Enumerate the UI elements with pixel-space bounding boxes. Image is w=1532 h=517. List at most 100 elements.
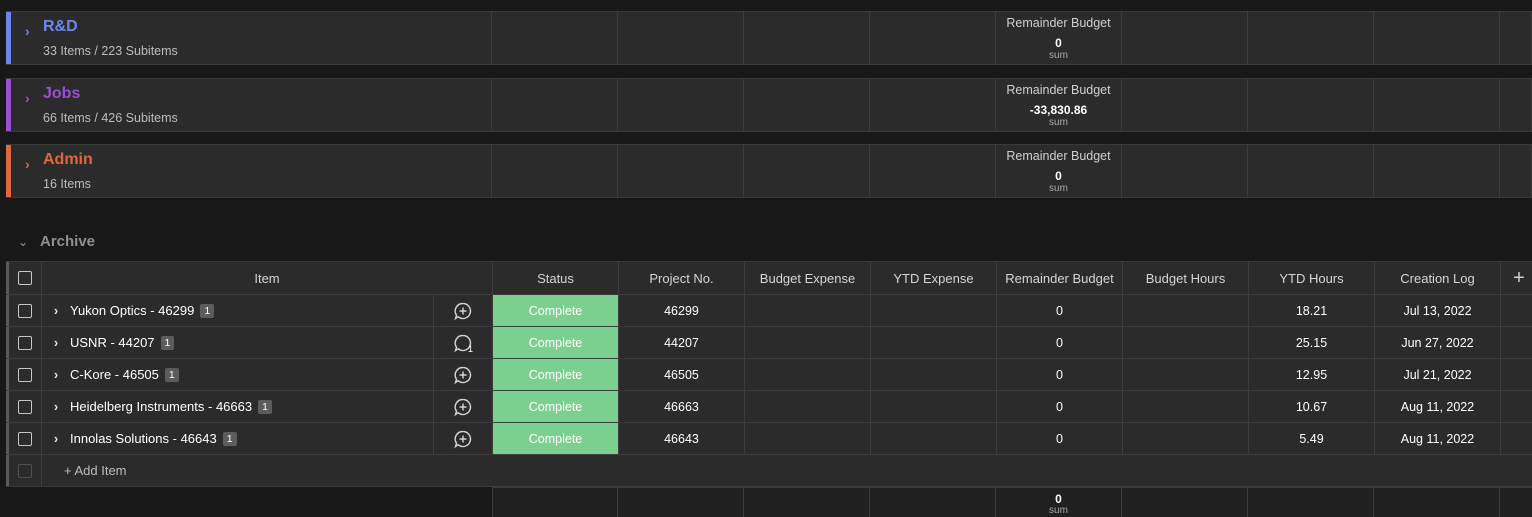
budget-hours-cell[interactable] <box>1123 391 1249 422</box>
subitem-count-badge[interactable]: 1 <box>160 335 175 350</box>
ytd-expense-cell[interactable] <box>871 327 997 358</box>
item-cell[interactable]: › Heidelberg Instruments - 46663 1 <box>42 391 434 422</box>
chevron-right-icon[interactable]: › <box>25 156 30 172</box>
status-cell[interactable]: Complete <box>493 423 619 454</box>
column-header-remainder-budget[interactable]: Remainder Budget <box>997 262 1123 294</box>
status-label[interactable]: Complete <box>493 359 618 390</box>
remainder-budget-cell[interactable]: 0 <box>997 359 1123 390</box>
subitem-count-badge[interactable]: 1 <box>222 431 237 446</box>
updates-cell[interactable] <box>434 423 493 454</box>
updates-cell[interactable]: 1 <box>434 327 493 358</box>
table-row[interactable]: › Yukon Optics - 46299 1 Complete 46299 … <box>6 295 1532 327</box>
project-no-cell[interactable]: 44207 <box>619 327 745 358</box>
status-cell[interactable]: Complete <box>493 391 619 422</box>
group-admin[interactable]: › Admin 16 Items Remainder Budget 0 sum <box>6 144 1532 198</box>
select-all-checkbox-cell[interactable] <box>9 262 42 294</box>
item-name[interactable]: Innolas Solutions - 46643 <box>70 431 217 446</box>
group-title-cell[interactable]: › Jobs 66 Items / 426 Subitems <box>11 79 492 131</box>
budget-expense-cell[interactable] <box>745 423 871 454</box>
row-checkbox[interactable] <box>18 431 32 446</box>
budget-expense-cell[interactable] <box>745 327 871 358</box>
item-name[interactable]: USNR - 44207 <box>70 335 155 350</box>
row-checkbox-cell[interactable] <box>9 295 42 326</box>
plus-icon[interactable]: + <box>1513 267 1525 290</box>
add-item-button[interactable]: + Add Item <box>42 455 1532 486</box>
updates-cell[interactable] <box>434 391 493 422</box>
column-header-item[interactable]: Item <box>42 262 493 294</box>
ytd-hours-cell[interactable]: 10.67 <box>1249 391 1375 422</box>
row-checkbox[interactable] <box>18 335 32 350</box>
budget-expense-cell[interactable] <box>745 359 871 390</box>
column-header-creation-log[interactable]: Creation Log <box>1375 262 1501 294</box>
add-column-button[interactable]: + <box>1501 262 1532 294</box>
item-cell[interactable]: › C-Kore - 46505 1 <box>42 359 434 390</box>
column-header-status[interactable]: Status <box>493 262 619 294</box>
subitem-count-badge[interactable]: 1 <box>200 303 215 318</box>
expand-subitems-icon[interactable]: › <box>42 431 70 446</box>
add-item-row[interactable]: + Add Item <box>6 455 1532 487</box>
status-label[interactable]: Complete <box>493 423 618 454</box>
chevron-right-icon[interactable]: › <box>25 90 30 106</box>
group-rnd[interactable]: › R&D 33 Items / 223 Subitems Remainder … <box>6 11 1532 65</box>
column-header-ytd-hours[interactable]: YTD Hours <box>1249 262 1375 294</box>
group-name[interactable]: R&D <box>43 18 78 36</box>
expand-subitems-icon[interactable]: › <box>42 335 70 350</box>
group-jobs[interactable]: › Jobs 66 Items / 426 Subitems Remainder… <box>6 78 1532 132</box>
status-cell[interactable]: Complete <box>493 295 619 326</box>
creation-log-cell[interactable]: Aug 11, 2022 <box>1375 391 1501 422</box>
add-update-icon[interactable] <box>453 429 473 449</box>
remainder-budget-cell[interactable]: 0 <box>997 295 1123 326</box>
ytd-expense-cell[interactable] <box>871 423 997 454</box>
chevron-right-icon[interactable]: › <box>25 23 30 39</box>
budget-hours-cell[interactable] <box>1123 327 1249 358</box>
ytd-hours-cell[interactable]: 18.21 <box>1249 295 1375 326</box>
budget-expense-cell[interactable] <box>745 391 871 422</box>
row-checkbox[interactable] <box>18 399 32 414</box>
group-remainder-sum[interactable]: Remainder Budget -33,830.86 sum <box>996 79 1122 131</box>
chevron-down-icon[interactable]: ⌄ <box>18 235 40 249</box>
updates-cell[interactable] <box>434 295 493 326</box>
updates-cell[interactable] <box>434 359 493 390</box>
group-remainder-sum[interactable]: Remainder Budget 0 sum <box>996 145 1122 197</box>
column-header-project-no[interactable]: Project No. <box>619 262 745 294</box>
table-row[interactable]: › Heidelberg Instruments - 46663 1 Compl… <box>6 391 1532 423</box>
group-title-cell[interactable]: › R&D 33 Items / 223 Subitems <box>11 12 492 64</box>
group-title-cell[interactable]: › Admin 16 Items <box>11 145 492 197</box>
remainder-budget-cell[interactable]: 0 <box>997 327 1123 358</box>
project-no-cell[interactable]: 46643 <box>619 423 745 454</box>
ytd-hours-cell[interactable]: 12.95 <box>1249 359 1375 390</box>
creation-log-cell[interactable]: Jun 27, 2022 <box>1375 327 1501 358</box>
select-all-checkbox[interactable] <box>18 271 32 285</box>
expand-subitems-icon[interactable]: › <box>42 303 70 318</box>
column-header-budget-hours[interactable]: Budget Hours <box>1123 262 1249 294</box>
table-row[interactable]: › USNR - 44207 1 1 Complete 44207 0 25.1… <box>6 327 1532 359</box>
group-name[interactable]: Jobs <box>43 85 80 103</box>
status-cell[interactable]: Complete <box>493 327 619 358</box>
budget-hours-cell[interactable] <box>1123 423 1249 454</box>
ytd-hours-cell[interactable]: 25.15 <box>1249 327 1375 358</box>
budget-hours-cell[interactable] <box>1123 359 1249 390</box>
project-no-cell[interactable]: 46663 <box>619 391 745 422</box>
row-checkbox[interactable] <box>18 367 32 382</box>
group-remainder-sum[interactable]: Remainder Budget 0 sum <box>996 12 1122 64</box>
column-header-budget-expense[interactable]: Budget Expense <box>745 262 871 294</box>
project-no-cell[interactable]: 46505 <box>619 359 745 390</box>
ytd-expense-cell[interactable] <box>871 359 997 390</box>
ytd-expense-cell[interactable] <box>871 391 997 422</box>
add-update-icon[interactable] <box>453 365 473 385</box>
project-no-cell[interactable]: 46299 <box>619 295 745 326</box>
status-label[interactable]: Complete <box>493 295 618 326</box>
group-name[interactable]: Admin <box>43 151 93 169</box>
creation-log-cell[interactable]: Jul 21, 2022 <box>1375 359 1501 390</box>
item-cell[interactable]: › Innolas Solutions - 46643 1 <box>42 423 434 454</box>
add-update-icon[interactable] <box>453 397 473 417</box>
item-cell[interactable]: › Yukon Optics - 46299 1 <box>42 295 434 326</box>
status-cell[interactable]: Complete <box>493 359 619 390</box>
remainder-budget-cell[interactable]: 0 <box>997 423 1123 454</box>
row-checkbox-cell[interactable] <box>9 359 42 390</box>
table-row[interactable]: › Innolas Solutions - 46643 1 Complete 4… <box>6 423 1532 455</box>
budget-hours-cell[interactable] <box>1123 295 1249 326</box>
budget-expense-cell[interactable] <box>745 295 871 326</box>
row-checkbox-cell[interactable] <box>9 327 42 358</box>
item-name[interactable]: Yukon Optics - 46299 <box>70 303 194 318</box>
